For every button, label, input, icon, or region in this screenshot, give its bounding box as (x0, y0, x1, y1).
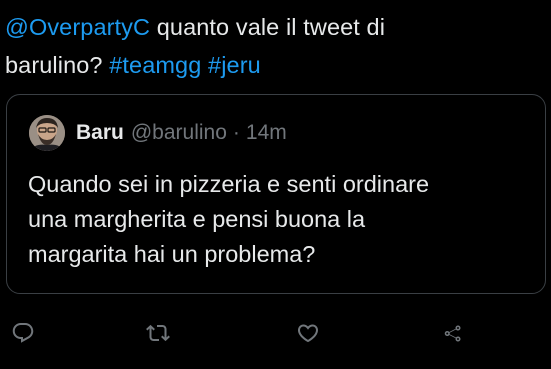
share-button[interactable] (436, 316, 470, 350)
tweet-line-1: @OverpartyC quanto vale il tweet di (5, 8, 545, 46)
reply-button[interactable] (6, 316, 40, 350)
like-button[interactable] (291, 316, 325, 350)
quoted-timestamp[interactable]: 14m (246, 121, 287, 145)
tweet-line-2: barulino? #teamgg #jeru (5, 46, 545, 84)
quoted-author-handle[interactable]: @barulino (131, 121, 227, 145)
quoted-line-2: una margherita e pensi buona la (28, 206, 366, 232)
retweet-icon (146, 324, 170, 342)
quoted-tweet-text: Quando sei in pizzeria e senti ordinare … (28, 167, 528, 272)
hashtag-teamgg[interactable]: #teamgg (109, 52, 201, 78)
tweet-text-part2: barulino? (5, 52, 103, 78)
hashtag-jeru[interactable]: #jeru (208, 52, 261, 78)
heart-icon (297, 324, 319, 343)
header-separator: · (232, 121, 240, 144)
mention-link[interactable]: @OverpartyC (5, 14, 150, 40)
avatar[interactable] (29, 115, 65, 151)
quoted-line-3: margarita hai un problema? (28, 241, 316, 267)
reply-icon (12, 323, 34, 343)
tweet-text-part1: quanto vale il tweet di (150, 14, 386, 40)
share-icon (444, 325, 461, 342)
quoted-tweet-card[interactable]: Baru @barulino · 14m Quando sei in pizze… (6, 94, 546, 294)
retweet-button[interactable] (141, 316, 175, 350)
quoted-author-name[interactable]: Baru (76, 121, 124, 145)
quoted-line-1: Quando sei in pizzeria e senti ordinare (28, 171, 430, 197)
tweet-text: @OverpartyC quanto vale il tweet di baru… (5, 8, 545, 84)
tweet-actions-bar (0, 312, 551, 352)
quoted-tweet-header: Baru @barulino · 14m (29, 115, 287, 151)
